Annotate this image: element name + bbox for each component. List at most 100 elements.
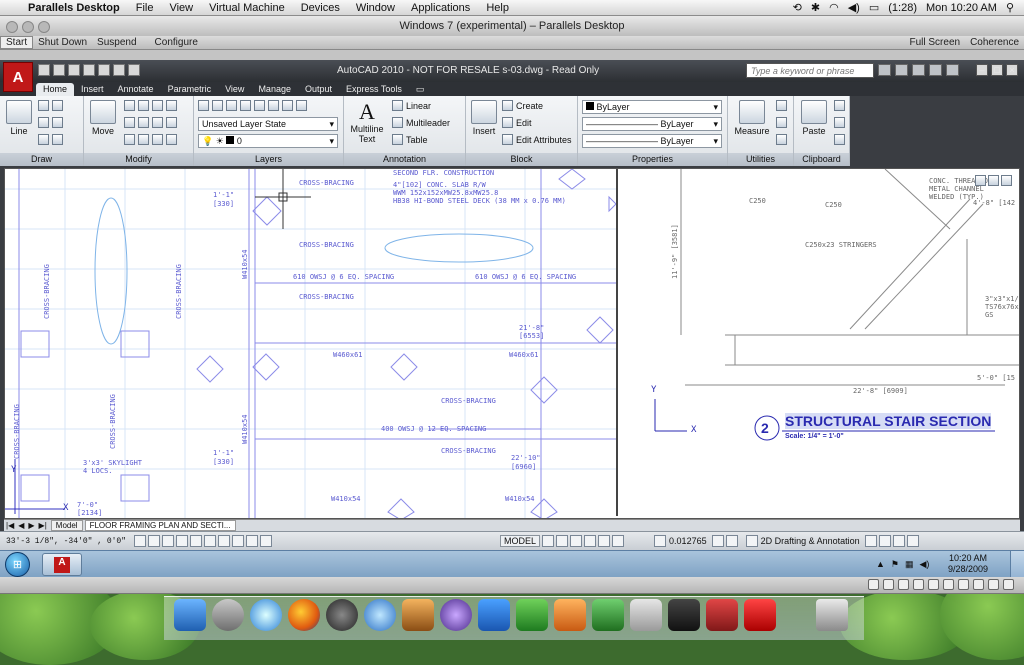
move-button[interactable]: Move bbox=[88, 100, 118, 136]
fillet-icon[interactable] bbox=[138, 117, 149, 128]
printer-icon[interactable] bbox=[973, 579, 984, 590]
layer-tool-icon[interactable] bbox=[282, 100, 293, 111]
menu-app-name[interactable]: Parallels Desktop bbox=[20, 0, 128, 16]
annotation-scale[interactable]: 0.012765 bbox=[666, 536, 710, 546]
tab-parametric[interactable]: Parametric bbox=[161, 83, 219, 96]
annotation-visibility-icon[interactable] bbox=[711, 535, 724, 547]
start-button[interactable]: Start bbox=[0, 36, 34, 49]
panel-layers-title[interactable]: Layers bbox=[194, 153, 343, 166]
calculator-icon[interactable] bbox=[776, 134, 787, 145]
parallels-app-icon[interactable] bbox=[706, 599, 738, 631]
excel-icon[interactable] bbox=[516, 599, 548, 631]
dyn-toggle-icon[interactable] bbox=[232, 535, 245, 547]
layer-tool-icon[interactable] bbox=[296, 100, 307, 111]
hard-disk-icon[interactable] bbox=[1003, 579, 1014, 590]
ilife-icon[interactable] bbox=[440, 599, 472, 631]
linear-dimension-button[interactable]: Linear bbox=[392, 100, 431, 111]
panel-block-title[interactable]: Block bbox=[466, 153, 577, 166]
firefox-icon[interactable] bbox=[288, 599, 320, 631]
edit-block-button[interactable]: Edit bbox=[502, 117, 532, 128]
steeringwheel-icon[interactable] bbox=[598, 535, 611, 547]
menubar-clock[interactable]: Mon 10:20 AM bbox=[926, 2, 997, 14]
polar-toggle-icon[interactable] bbox=[176, 535, 189, 547]
spotlight-icon[interactable]: ⚲ bbox=[1006, 1, 1014, 14]
pan-icon[interactable] bbox=[570, 535, 583, 547]
erase-icon[interactable] bbox=[152, 100, 163, 111]
show-desktop-button[interactable] bbox=[1010, 551, 1024, 578]
viewport-close-icon[interactable] bbox=[1001, 175, 1012, 186]
tab-express-tools[interactable]: Express Tools bbox=[339, 83, 409, 96]
photo-app-icon[interactable] bbox=[592, 599, 624, 631]
help-search-input[interactable]: Type a keyword or phrase bbox=[746, 63, 874, 78]
safari-icon[interactable] bbox=[250, 599, 282, 631]
viewport-scale-icon[interactable] bbox=[654, 535, 667, 547]
coherence-button[interactable]: Coherence bbox=[965, 37, 1024, 48]
keyboard-icon[interactable] bbox=[868, 579, 879, 590]
iphoto-icon[interactable] bbox=[668, 599, 700, 631]
osnap-toggle-icon[interactable] bbox=[190, 535, 203, 547]
floppy-icon[interactable] bbox=[898, 579, 909, 590]
showmotion-icon[interactable] bbox=[612, 535, 625, 547]
close-window-icon[interactable] bbox=[6, 21, 18, 33]
battery-icon[interactable]: ▭ bbox=[869, 1, 879, 14]
viewport-restore-icon[interactable] bbox=[988, 175, 999, 186]
quick-view-drawings-icon[interactable] bbox=[556, 535, 569, 547]
bluetooth-icon[interactable]: ✱ bbox=[811, 1, 820, 14]
clean-screen-icon[interactable] bbox=[906, 535, 919, 547]
battery-status[interactable]: (1:28) bbox=[888, 2, 917, 14]
word-icon[interactable] bbox=[478, 599, 510, 631]
tab-model[interactable]: Model bbox=[50, 520, 83, 531]
help-icon[interactable] bbox=[946, 64, 959, 76]
show-hidden-icons-icon[interactable]: ▲ bbox=[876, 559, 885, 570]
dashboard-icon[interactable] bbox=[326, 599, 358, 631]
id-point-icon[interactable] bbox=[776, 117, 787, 128]
rectangle-icon[interactable] bbox=[52, 100, 63, 111]
powerpoint-icon[interactable] bbox=[554, 599, 586, 631]
tab-view[interactable]: View bbox=[218, 83, 251, 96]
menu-window[interactable]: Window bbox=[348, 0, 403, 16]
tab-nav-prev-icon[interactable]: ◀ bbox=[16, 521, 26, 530]
tab-floor-framing-plan[interactable]: FLOOR FRAMING PLAN AND SECTI... bbox=[84, 520, 236, 531]
panel-properties-title[interactable]: Properties bbox=[578, 153, 727, 166]
rotate-icon[interactable] bbox=[124, 100, 135, 111]
sound-icon[interactable] bbox=[943, 579, 954, 590]
paste-button[interactable]: Paste bbox=[798, 100, 830, 136]
measure-button[interactable]: Measure bbox=[732, 100, 772, 136]
panel-annotation-title[interactable]: Annotation bbox=[344, 153, 465, 166]
tab-insert[interactable]: Insert bbox=[74, 83, 111, 96]
layer-select[interactable]: 💡 ☀ 0 ▾ bbox=[198, 134, 338, 148]
panel-utilities-title[interactable]: Utilities bbox=[728, 153, 793, 166]
configure-button[interactable]: Configure bbox=[150, 37, 203, 48]
layer-tool-icon[interactable] bbox=[268, 100, 279, 111]
create-block-button[interactable]: Create bbox=[502, 100, 543, 111]
layer-tool-icon[interactable] bbox=[240, 100, 251, 111]
panel-modify-title[interactable]: Modify bbox=[84, 153, 193, 166]
tab-manage[interactable]: Manage bbox=[251, 83, 298, 96]
cd-icon[interactable] bbox=[883, 579, 894, 590]
autocad-dock-icon[interactable] bbox=[744, 599, 776, 631]
open-icon[interactable] bbox=[53, 64, 65, 76]
panel-draw-title[interactable]: Draw bbox=[0, 153, 83, 166]
array-icon[interactable] bbox=[152, 134, 163, 145]
layer-tool-icon[interactable] bbox=[212, 100, 223, 111]
hardware-acceleration-icon[interactable] bbox=[878, 535, 891, 547]
multileader-button[interactable]: Multileader bbox=[392, 117, 450, 128]
ribbon-minimize-icon[interactable]: ▭ bbox=[409, 83, 432, 96]
save-as-icon[interactable] bbox=[83, 64, 95, 76]
drawing-canvas[interactable]: SECOND FLR. CONSTRUCTION 4"[102] CONC. S… bbox=[4, 168, 1020, 519]
suspend-button[interactable]: Suspend bbox=[92, 37, 141, 48]
trim-icon[interactable] bbox=[138, 100, 149, 111]
menu-file[interactable]: File bbox=[128, 0, 162, 16]
otrack-toggle-icon[interactable] bbox=[204, 535, 217, 547]
autocad-app-menu-button[interactable]: A bbox=[3, 62, 33, 92]
menu-virtual-machine[interactable]: Virtual Machine bbox=[201, 0, 293, 16]
favorites-icon[interactable] bbox=[929, 64, 942, 76]
circle-icon[interactable] bbox=[38, 117, 49, 128]
network-icon[interactable]: ▦ bbox=[905, 559, 914, 570]
hatch-icon[interactable] bbox=[52, 117, 63, 128]
multiline-text-button[interactable]: A Multiline Text bbox=[348, 100, 386, 145]
workspace-icon[interactable] bbox=[745, 535, 758, 547]
menu-help[interactable]: Help bbox=[478, 0, 517, 16]
taskbar-autocad-button[interactable]: A bbox=[42, 553, 82, 576]
menu-view[interactable]: View bbox=[161, 0, 201, 16]
